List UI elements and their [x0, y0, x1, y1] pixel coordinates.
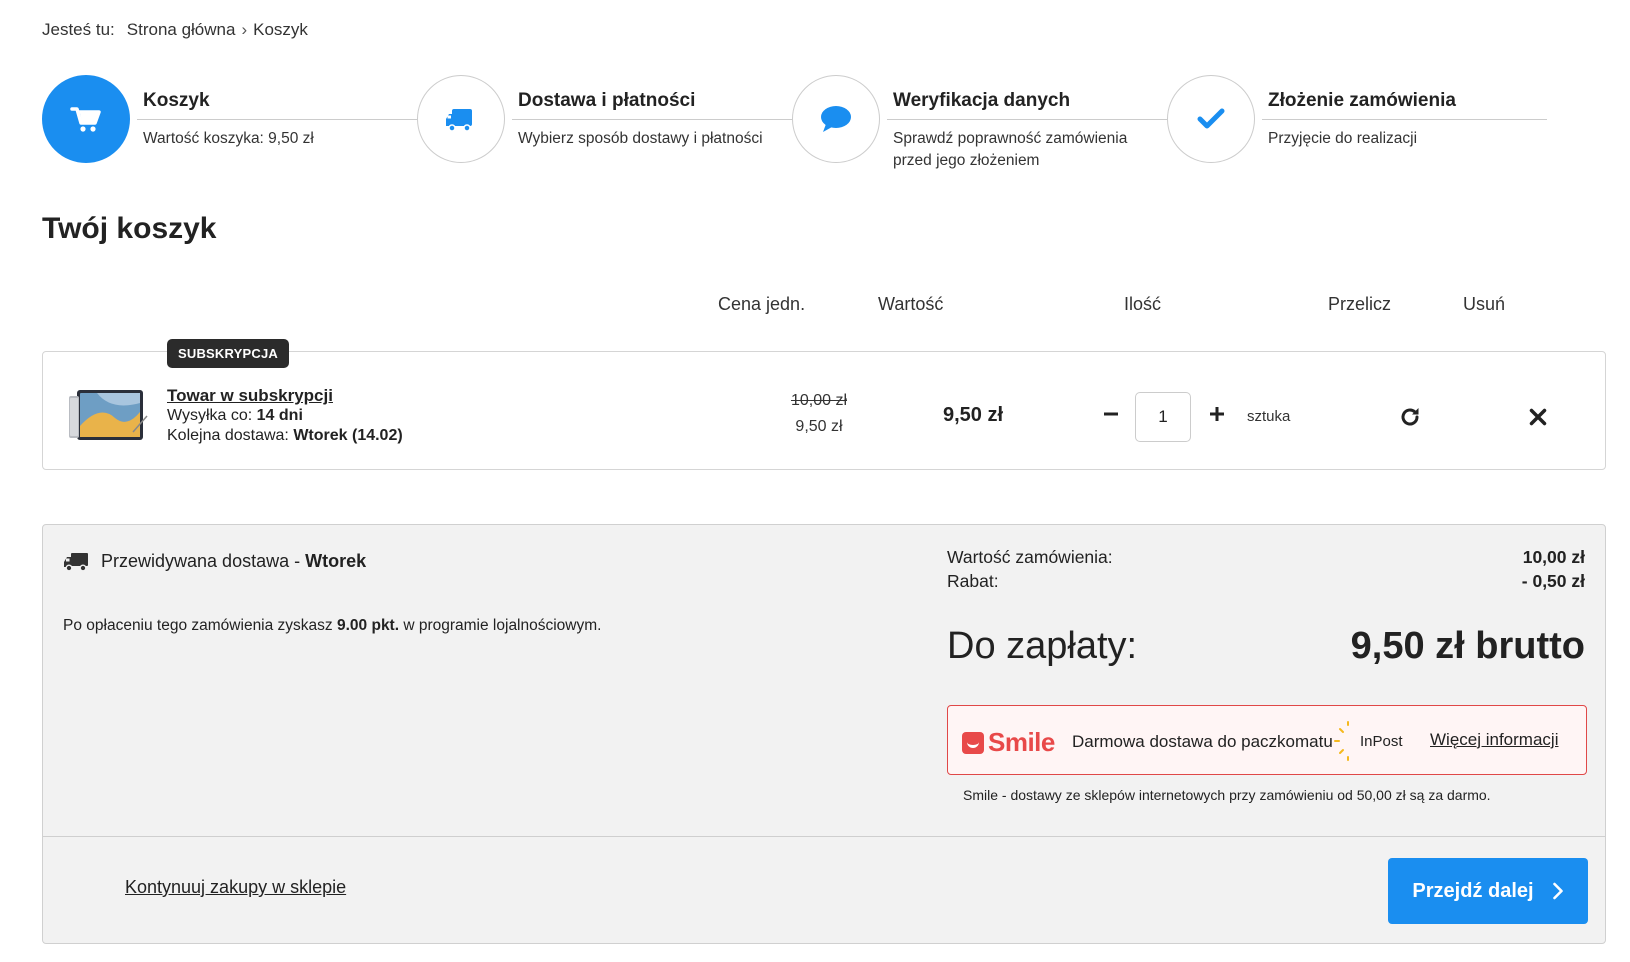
item-value: 9,50 zł — [942, 404, 1004, 426]
step-divider — [887, 119, 1172, 120]
step-desc: Wybierz sposób dostawy i płatności — [518, 130, 763, 147]
minus-icon — [1104, 412, 1118, 416]
to-pay-label: Do zapłaty: — [947, 625, 1138, 667]
loyalty-info: Po opłaceniu tego zamówienia zyskasz 9.0… — [63, 617, 601, 635]
col-unit-price: Cena jedn. — [718, 294, 806, 314]
subscription-badge: SUBSKRYPCJA — [167, 339, 289, 368]
checkmark-icon — [1197, 108, 1225, 129]
step-title: Weryfikacja danych — [893, 90, 1071, 111]
summary-divider — [43, 836, 1605, 837]
order-summary: Przewidywana dostawa - Wtorek Po opłacen… — [42, 524, 1606, 944]
smile-icon — [962, 731, 984, 754]
step-divider — [512, 119, 797, 120]
close-icon — [1529, 408, 1547, 426]
step-delivery-circle — [417, 75, 505, 163]
step-divider — [137, 119, 422, 120]
cart-item-row: Towar w subskrypcji Wysyłka co: 14 dni K… — [42, 351, 1606, 470]
quantity-increase-button[interactable] — [1203, 400, 1231, 428]
truck-icon — [446, 109, 472, 132]
breadcrumb-current: Koszyk — [253, 20, 308, 39]
step-cart-circle — [42, 75, 130, 163]
page-title: Twój koszyk — [42, 212, 217, 245]
shipping-interval: Wysyłka co: 14 dni — [167, 407, 303, 425]
discount-value: - 0,50 zł — [1521, 571, 1585, 591]
estimated-delivery-label: Przewidywana dostawa - — [101, 551, 301, 571]
smile-note: Smile - dostawy ze sklepów internetowych… — [963, 787, 1491, 803]
estimated-delivery: Przewidywana dostawa - Wtorek — [63, 551, 366, 572]
col-quantity: Ilość — [1124, 294, 1162, 314]
checkout-steps: Koszyk Wartość koszyka: 9,50 zł Dostawa … — [42, 75, 1602, 169]
chevron-right-icon: › — [241, 20, 248, 39]
to-pay-value: 9,50 zł brutto — [1350, 625, 1585, 667]
col-recalc: Przelicz — [1328, 294, 1392, 314]
smile-desc: Darmowa dostawa do paczkomatu — [1072, 732, 1333, 751]
recalc-button[interactable] — [1395, 402, 1425, 432]
quantity-decrease-button[interactable] — [1097, 400, 1125, 428]
next-delivery-value: Wtorek (14.02) — [293, 427, 403, 444]
col-value: Wartość — [878, 294, 944, 314]
step-desc: Sprawdź poprawność zamówienia przed jego… — [893, 130, 1128, 169]
breadcrumb-home-link[interactable]: Strona główna — [127, 20, 236, 39]
step-divider — [1262, 119, 1547, 120]
speech-bubble-icon — [821, 106, 851, 132]
unit-price-old: 10,00 zł — [790, 392, 848, 409]
shipping-interval-value: 14 dni — [256, 407, 303, 424]
step-desc: Wartość koszyka: 9,50 zł — [143, 130, 314, 147]
step-title: Dostawa i płatności — [518, 90, 696, 111]
unit-price-new: 9,50 zł — [795, 418, 843, 435]
discount-label: Rabat: — [947, 571, 999, 591]
proceed-button-label: Przejdź dalej — [1412, 879, 1534, 902]
product-name-link[interactable]: Towar w subskrypcji — [167, 386, 333, 406]
loyalty-pre: Po opłaceniu tego zamówienia zyskasz — [63, 617, 333, 634]
continue-shopping-link[interactable]: Kontynuuj zakupy w sklepie — [125, 877, 346, 898]
step-verification-circle — [792, 75, 880, 163]
step-desc: Przyjęcie do realizacji — [1268, 130, 1418, 147]
quantity-unit: sztuka — [1247, 408, 1291, 425]
cart-icon — [70, 107, 101, 132]
smile-logo-text: Smile — [988, 727, 1055, 757]
next-delivery-label: Kolejna dostawa: — [167, 427, 289, 444]
loyalty-points: 9.00 pkt. — [337, 617, 400, 634]
inpost-text: InPost — [1360, 732, 1403, 750]
breadcrumb: Jesteś tu: Strona główna › Koszyk — [42, 20, 314, 40]
chevron-right-icon — [1552, 882, 1563, 900]
product-image[interactable] — [67, 386, 149, 444]
inpost-logo: InPost — [1334, 721, 1403, 761]
refresh-icon — [1401, 408, 1419, 426]
next-delivery: Kolejna dostawa: Wtorek (14.02) — [167, 427, 403, 445]
truck-icon — [64, 552, 88, 571]
col-remove: Usuń — [1463, 294, 1506, 314]
order-value: 10,00 zł — [1522, 547, 1585, 567]
plus-icon — [1210, 407, 1224, 421]
quantity-input[interactable] — [1135, 392, 1191, 442]
loyalty-post: w programie lojalnościowym. — [403, 617, 602, 634]
breadcrumb-lead: Jesteś tu: — [42, 20, 115, 39]
step-title: Złożenie zamówienia — [1268, 90, 1456, 111]
smile-logo: Smile — [962, 727, 1055, 758]
estimated-delivery-day: Wtorek — [305, 551, 367, 571]
step-title: Koszyk — [143, 90, 210, 111]
shipping-interval-label: Wysyłka co: — [167, 407, 253, 424]
proceed-button[interactable]: Przejdź dalej — [1388, 858, 1588, 924]
step-order-circle — [1167, 75, 1255, 163]
order-value-label: Wartość zamówienia: — [947, 547, 1113, 567]
smile-promo-box: Smile Darmowa dostawa do paczkomatu InPo… — [947, 705, 1587, 775]
remove-item-button[interactable] — [1523, 402, 1553, 432]
more-info-link[interactable]: Więcej informacji — [1430, 730, 1558, 750]
